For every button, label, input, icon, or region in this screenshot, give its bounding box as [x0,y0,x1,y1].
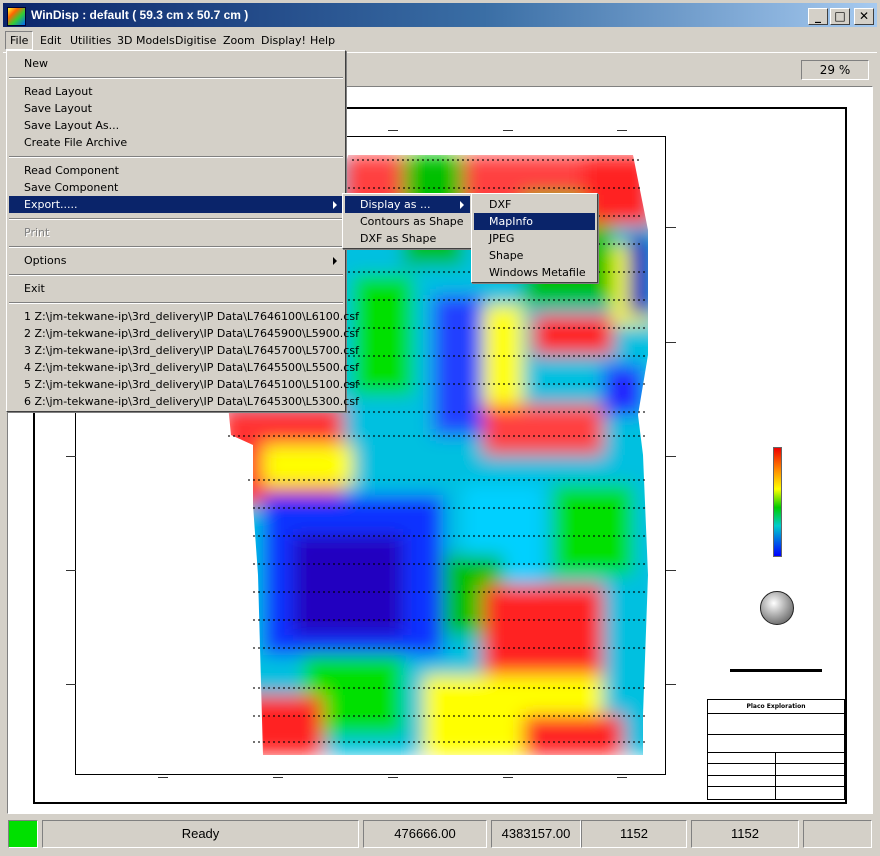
station-row [253,619,648,621]
minimize-button[interactable]: _ [808,8,828,25]
station-row [352,159,642,161]
maximize-icon: □ [834,9,846,23]
close-button[interactable]: ✕ [854,8,874,25]
grid-tick [66,570,76,571]
menu-item-contours-as-shape[interactable]: Contours as Shape [345,213,470,230]
station-row [253,563,648,565]
status-value-1: 1152 [581,820,687,848]
grid-tick [666,342,676,343]
grid-tick [503,777,513,778]
menu-item-exit[interactable]: Exit [9,280,343,297]
menu-item-mapinfo[interactable]: MapInfo [474,213,595,230]
menu-display[interactable]: Display! [257,32,310,49]
grid-tick [503,130,513,131]
minimize-icon: _ [815,9,821,23]
zoom-level: 29 % [801,60,869,80]
recent-file-3[interactable]: 3 Z:\jm-tekwane-ip\3rd_delivery\IP Data\… [9,342,359,359]
station-row [253,715,648,717]
submenu-arrow-icon [333,257,337,265]
station-row [253,535,648,537]
grid-tick [158,777,168,778]
menu-item-print: Print [24,226,50,239]
station-row [253,507,648,509]
display-as-submenu: DXF MapInfo JPEG Shape Windows Metafile [471,193,598,283]
station-row [253,687,648,689]
grid-tick [388,130,398,131]
menu-item-save-component[interactable]: Save Component [9,179,343,196]
recent-file-2[interactable]: 2 Z:\jm-tekwane-ip\3rd_delivery\IP Data\… [9,325,359,342]
menu-item-export[interactable]: Export..... [9,196,343,213]
grid-tick [666,570,676,571]
menu-item-dxf[interactable]: DXF [474,196,595,213]
menu-item-dxf-as-shape[interactable]: DXF as Shape [345,230,470,247]
file-menu: New Read Layout Save Layout Save Layout … [6,50,359,412]
recent-file-4[interactable]: 4 Z:\jm-tekwane-ip\3rd_delivery\IP Data\… [9,359,359,376]
grid-tick [666,227,676,228]
app-window: WinDisp : default ( 59.3 cm x 50.7 cm ) … [0,0,880,856]
grid-tick [388,777,398,778]
menu-item-export-label: Export..... [24,198,78,211]
menu-item-read-layout[interactable]: Read Layout [9,83,343,100]
title-block: Placo Exploration [707,699,845,800]
status-blank [803,820,872,848]
menu-item-options[interactable]: Options [9,252,343,269]
station-row [253,741,648,743]
menu-item-save-layout[interactable]: Save Layout [9,100,343,117]
menu-bar: File Edit Utilities 3D Models Digitise Z… [3,29,877,50]
menu-item-jpeg[interactable]: JPEG [474,230,595,247]
status-y-coord: 4383157.00 [491,820,581,848]
grid-tick [66,456,76,457]
menu-help[interactable]: Help [306,32,339,49]
status-value-2: 1152 [691,820,799,848]
menu-zoom[interactable]: Zoom [219,32,259,49]
menu-item-windows-metafile[interactable]: Windows Metafile [474,264,595,281]
menu-digitise[interactable]: Digitise [171,32,220,49]
app-icon[interactable] [7,7,26,26]
recent-file-1[interactable]: 1 Z:\jm-tekwane-ip\3rd_delivery\IP Data\… [9,308,359,325]
station-row [248,479,648,481]
menu-item-read-component[interactable]: Read Component [9,162,343,179]
close-icon: ✕ [858,9,870,23]
menu-file[interactable]: File [5,31,34,50]
maximize-button[interactable]: □ [830,8,850,25]
status-text: Ready [42,820,359,848]
submenu-arrow-icon [333,201,337,209]
grid-tick [666,456,676,457]
menu-item-display-as-label: Display as ... [360,198,431,211]
title-bar[interactable]: WinDisp : default ( 59.3 cm x 50.7 cm ) … [3,3,877,27]
menu-3d-models[interactable]: 3D Models [113,32,179,49]
menu-item-create-archive[interactable]: Create File Archive [9,134,343,151]
color-scale-legend [773,447,782,557]
station-row [343,187,643,189]
grid-tick [273,777,283,778]
menu-item-shape[interactable]: Shape [474,247,595,264]
station-row [253,647,648,649]
recent-file-6[interactable]: 6 Z:\jm-tekwane-ip\3rd_delivery\IP Data\… [9,393,359,410]
grid-tick [66,684,76,685]
export-submenu: Display as ... Contours as Shape DXF as … [342,193,473,249]
menu-item-new[interactable]: New [9,55,343,72]
globe-icon [760,591,794,625]
menu-item-options-label: Options [24,254,67,267]
menu-utilities[interactable]: Utilities [66,32,115,49]
recent-file-5[interactable]: 5 Z:\jm-tekwane-ip\3rd_delivery\IP Data\… [9,376,359,393]
submenu-arrow-icon [460,201,464,209]
menu-item-save-layout-as[interactable]: Save Layout As... [9,117,343,134]
menu-edit[interactable]: Edit [36,32,65,49]
grid-tick [666,684,676,685]
grid-tick [617,130,627,131]
scale-bar [730,669,822,672]
status-bar: Ready 476666.00 4383157.00 1152 1152 [3,817,877,851]
grid-tick [617,777,627,778]
status-x-coord: 476666.00 [363,820,487,848]
menu-item-display-as[interactable]: Display as ... [345,196,470,213]
station-row [308,299,648,301]
status-led-icon [8,820,38,848]
company-name: Placo Exploration [746,703,806,710]
station-row [253,591,648,593]
station-row [228,435,648,437]
window-title: WinDisp : default ( 59.3 cm x 50.7 cm ) [31,8,249,22]
